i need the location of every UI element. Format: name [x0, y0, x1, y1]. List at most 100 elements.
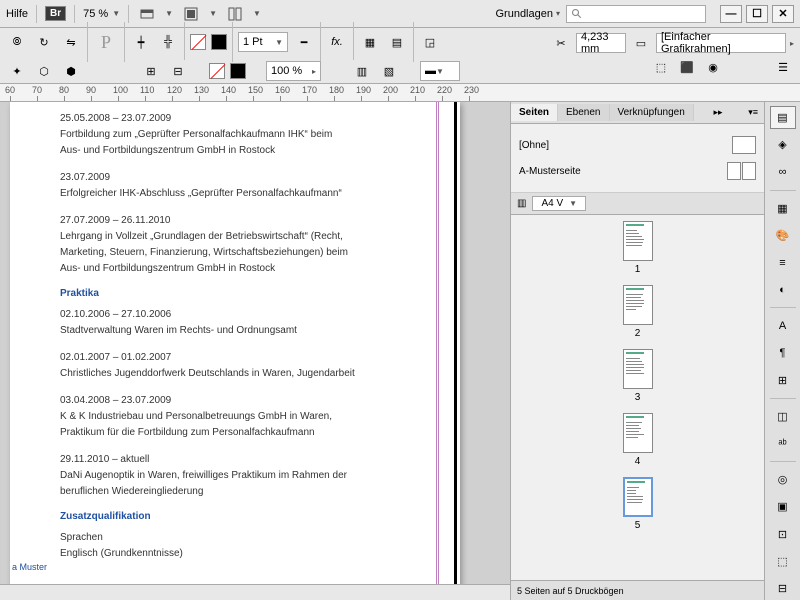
master-a[interactable]: A-Musterseite — [519, 158, 756, 184]
search-field[interactable] — [566, 5, 706, 23]
page-thumb[interactable]: 4 — [517, 413, 758, 467]
tab-ebenen[interactable]: Ebenen — [558, 104, 609, 121]
anchor-icon[interactable]: ⦾ — [6, 31, 28, 53]
arrange-documents-icon[interactable] — [225, 5, 245, 23]
tool-b-icon[interactable]: ⬡ — [33, 60, 55, 82]
swatches-icon[interactable]: ▦ — [770, 197, 796, 220]
lib5-icon[interactable]: ⊟ — [770, 577, 796, 600]
guide-line[interactable] — [436, 102, 437, 600]
control-bar: ⦾ ↻ ⇋ P ┿ ╬ 1 Pt ▼ ━ fx. ▦ ▤ ◲ ✦ ⬡ ⬢ ⊞ ⊟… — [0, 28, 800, 84]
text-line: Praktika — [60, 287, 410, 300]
frame-edge-icon[interactable]: ▭ — [630, 32, 652, 54]
page-size-combo[interactable]: A4 V▼ — [532, 196, 586, 211]
minimize-button[interactable]: — — [720, 5, 742, 23]
application-bar: Hilfe Br 75 %▼ ▼ ▼ ▼ Grundlagen▾ — ☐ ✕ — [0, 0, 800, 28]
page-tool-icon[interactable]: ▥ — [517, 198, 526, 209]
tool-a-icon[interactable]: ✦ — [6, 60, 28, 82]
text-frame[interactable]: 25.05.2008 – 23.07.2009 Fortbildung zum „… — [10, 102, 460, 573]
percent-field[interactable]: 100 % ▸ — [266, 61, 321, 81]
page-thumb[interactable]: 1 — [517, 221, 758, 275]
text-line — [60, 340, 410, 348]
wrap3-icon[interactable]: ▥ — [351, 60, 373, 82]
grid-icon[interactable]: ⊞ — [770, 369, 796, 392]
text-line: 02.10.2006 – 27.10.2006 — [60, 308, 410, 321]
text-line: Aus- und Fortbildungszentrum GmbH in Ros… — [60, 262, 410, 275]
master-none[interactable]: [Ohne] — [519, 132, 756, 158]
layers-icon[interactable]: ◈ — [770, 133, 796, 156]
document-area[interactable]: 25.05.2008 – 23.07.2009 Fortbildung zum „… — [0, 102, 510, 600]
guide-line[interactable] — [438, 102, 439, 600]
wrap4-icon[interactable]: ▧ — [378, 60, 400, 82]
stroke-weight[interactable]: 1 Pt ▼ — [238, 32, 288, 52]
page-thumb[interactable]: 3 — [517, 349, 758, 403]
align-icon[interactable]: ┿ — [130, 31, 152, 53]
text-line: Marketing, Steuern, Finanzierung, Wirtsc… — [60, 246, 410, 259]
text-line: Erfolgreicher IHK-Abschluss „Geprüfter P… — [60, 187, 410, 200]
stroke-style-icon[interactable]: ━ — [293, 31, 315, 53]
fill2-swatch[interactable] — [209, 63, 225, 79]
object-icon[interactable]: ◫ — [770, 405, 796, 428]
workspace-switcher[interactable]: Grundlagen▾ — [495, 8, 560, 20]
paragraph-indicator: P — [93, 32, 119, 53]
stroke2-swatch[interactable] — [230, 63, 246, 79]
text-line: Stadtverwaltung Waren im Rechts- und Ord… — [60, 324, 410, 337]
text-line: Fortbildung zum „Geprüfter Personalfachk… — [60, 128, 410, 141]
text-line: Praktikum für die Fortbildung zum Person… — [60, 426, 410, 439]
panel-rail: ▤ ◈ ∞ ▦ 🎨 ≡ ◐ A ¶ ⊞ ◫ ᵃᵇ ◎ ▣ ⊡ ⬚ ⊟ — [764, 102, 800, 600]
pages-icon[interactable]: ▤ — [770, 106, 796, 129]
text-wrap-icon[interactable]: ▦ — [359, 31, 381, 53]
stroke-swatch[interactable] — [211, 34, 227, 50]
tab-seiten[interactable]: Seiten — [511, 104, 558, 121]
text-line: 23.07.2009 — [60, 171, 410, 184]
rotate-icon[interactable]: ↻ — [33, 31, 55, 53]
para-icon[interactable]: ¶ — [770, 341, 796, 364]
distribute-icon[interactable]: ╬ — [157, 31, 179, 53]
text-wrap2-icon[interactable]: ▤ — [386, 31, 408, 53]
stroke-icon[interactable]: ≡ — [770, 251, 796, 274]
page-canvas[interactable]: 25.05.2008 – 23.07.2009 Fortbildung zum „… — [10, 102, 460, 600]
arrow-field[interactable]: ▬ ▼ — [420, 61, 460, 81]
fx-icon[interactable]: fx. — [326, 31, 348, 53]
page-thumb[interactable]: 5 — [517, 477, 758, 531]
lib4-icon[interactable]: ⬚ — [770, 550, 796, 573]
screen-mode-icon[interactable] — [181, 5, 201, 23]
help-menu[interactable]: Hilfe — [6, 8, 28, 20]
maximize-button[interactable]: ☐ — [746, 5, 768, 23]
gradient-icon[interactable]: ◐ — [770, 278, 796, 301]
tool-d-icon[interactable]: ⊞ — [140, 60, 162, 82]
flip-h-icon[interactable]: ⇋ — [60, 31, 82, 53]
horizontal-scrollbar[interactable] — [0, 584, 510, 600]
char-icon[interactable]: A — [770, 314, 796, 337]
horizontal-ruler[interactable]: 6070809010011012013014015016017018019020… — [0, 84, 800, 102]
center-icon[interactable]: ◉ — [702, 56, 724, 78]
lib3-icon[interactable]: ⊡ — [770, 523, 796, 546]
pages-list[interactable]: 1 2 3 4 5 — [511, 215, 764, 580]
corner-icon[interactable]: ◲ — [419, 31, 441, 53]
bridge-button[interactable]: Br — [45, 6, 66, 21]
tab-verknuepfungen[interactable]: Verknüpfungen — [610, 104, 694, 121]
fit-frame-icon[interactable]: ⬛ — [676, 56, 698, 78]
panel-menu-icon[interactable]: ▾≡ — [742, 107, 764, 118]
close-button[interactable]: ✕ — [772, 5, 794, 23]
panel-menu-icon[interactable]: ☰ — [772, 56, 794, 78]
zoom-level[interactable]: 75 %▼ — [83, 8, 120, 20]
lib2-icon[interactable]: ▣ — [770, 495, 796, 518]
object-style[interactable]: [Einfacher Grafikrahmen] — [656, 33, 786, 53]
page-thumb[interactable]: 2 — [517, 285, 758, 339]
page-edge — [454, 102, 457, 600]
tool-c-icon[interactable]: ⬢ — [60, 60, 82, 82]
panel-collapse-icon[interactable]: ▸▸ — [707, 107, 728, 118]
lib1-icon[interactable]: ◎ — [770, 468, 796, 491]
fill-swatch[interactable] — [190, 34, 206, 50]
text-line: 29.11.2010 – aktuell — [60, 453, 410, 466]
measure-field[interactable]: 4,233 mm — [576, 33, 626, 53]
text-line: 25.05.2008 – 23.07.2009 — [60, 112, 410, 125]
fit-content-icon[interactable]: ⬚ — [650, 56, 672, 78]
color-icon[interactable]: 🎨 — [770, 224, 796, 247]
text-line: Aus- und Fortbildungszentrum GmbH in Ros… — [60, 144, 410, 157]
links-icon[interactable]: ∞ — [770, 160, 796, 183]
glyphs-icon[interactable]: ᵃᵇ — [770, 432, 796, 455]
crop-icon[interactable]: ✂ — [550, 32, 572, 54]
view-options-icon[interactable] — [137, 5, 157, 23]
tool-e-icon[interactable]: ⊟ — [167, 60, 189, 82]
